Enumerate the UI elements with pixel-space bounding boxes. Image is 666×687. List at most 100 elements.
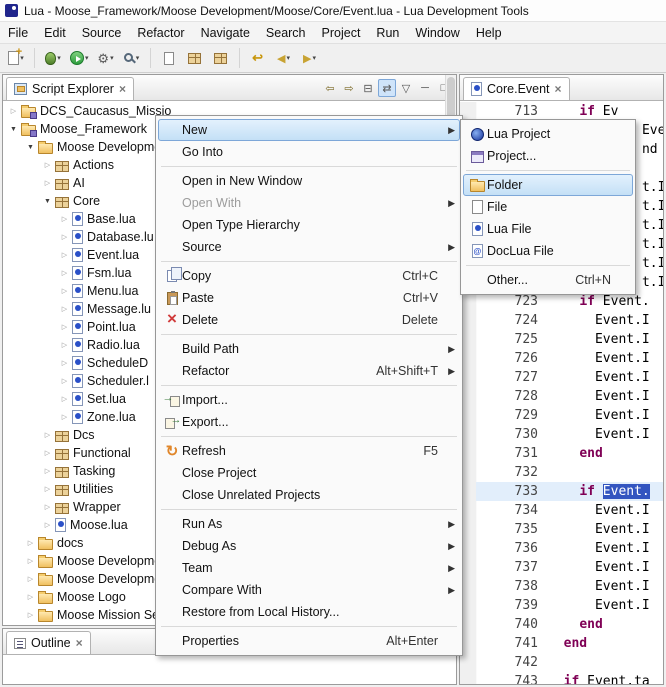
context-menu-item-source[interactable]: Source▶: [158, 236, 460, 258]
collapsed-arrow-icon[interactable]: ▷: [58, 269, 71, 277]
menubar-item-file[interactable]: File: [0, 24, 36, 42]
menubar-item-navigate[interactable]: Navigate: [193, 24, 258, 42]
context-menu-item-go-into[interactable]: Go Into: [158, 141, 460, 163]
view-menu-icon[interactable]: ▽: [397, 79, 415, 97]
new-submenu-item-lua-file[interactable]: Lua File: [463, 218, 633, 240]
context-menu-item-team[interactable]: Team▶: [158, 557, 460, 579]
link-with-editor-icon[interactable]: ⇄: [378, 79, 396, 97]
context-menu-item-properties[interactable]: PropertiesAlt+Enter: [158, 630, 460, 652]
context-menu-item-compare-with[interactable]: Compare With▶: [158, 579, 460, 601]
last-edit-location-button[interactable]: ↩: [246, 46, 270, 70]
collapsed-arrow-icon[interactable]: ▷: [7, 107, 20, 115]
collapse-all-icon[interactable]: ⊟: [359, 79, 377, 97]
menubar-item-edit[interactable]: Edit: [36, 24, 74, 42]
table-view-1-button[interactable]: [183, 46, 207, 70]
context-menu-item-open-in-new-window[interactable]: Open in New Window: [158, 170, 460, 192]
expanded-arrow-icon[interactable]: ▼: [41, 198, 54, 205]
code-line-730[interactable]: 730Event.I: [460, 425, 663, 444]
context-menu-item-refactor[interactable]: RefactorAlt+Shift+T▶: [158, 360, 460, 382]
collapsed-arrow-icon[interactable]: ▷: [41, 161, 54, 169]
new-submenu-item-folder[interactable]: Folder: [463, 174, 633, 196]
collapsed-arrow-icon[interactable]: ▷: [58, 359, 71, 367]
collapsed-arrow-icon[interactable]: ▷: [58, 251, 71, 259]
collapsed-arrow-icon[interactable]: ▷: [41, 449, 54, 457]
collapsed-arrow-icon[interactable]: ▷: [24, 611, 37, 619]
collapsed-arrow-icon[interactable]: ▷: [58, 413, 71, 421]
context-menu-item-debug-as[interactable]: Debug As▶: [158, 535, 460, 557]
collapsed-arrow-icon[interactable]: ▷: [58, 323, 71, 331]
code-line-732[interactable]: 732: [460, 463, 663, 482]
context-menu-item-import[interactable]: Import...: [158, 389, 460, 411]
tab-core-event[interactable]: Core.Event ×: [463, 77, 570, 100]
expanded-arrow-icon[interactable]: ▼: [24, 144, 37, 151]
forward-button[interactable]: ▶▾: [298, 46, 322, 70]
context-menu-item-copy[interactable]: CopyCtrl+C: [158, 265, 460, 287]
collapsed-arrow-icon[interactable]: ▷: [41, 503, 54, 511]
close-icon[interactable]: ×: [76, 638, 83, 648]
code-line-727[interactable]: 727Event.I: [460, 368, 663, 387]
external-tools-button[interactable]: ⚙▾: [94, 46, 118, 70]
code-line-738[interactable]: 738Event.I: [460, 577, 663, 596]
code-line-740[interactable]: 740end: [460, 615, 663, 634]
tab-script-explorer[interactable]: Script Explorer ×: [6, 77, 134, 100]
context-menu-item-close-project[interactable]: Close Project: [158, 462, 460, 484]
collapsed-arrow-icon[interactable]: ▷: [41, 431, 54, 439]
collapsed-arrow-icon[interactable]: ▷: [24, 593, 37, 601]
code-line-736[interactable]: 736Event.I: [460, 539, 663, 558]
collapsed-arrow-icon[interactable]: ▷: [58, 233, 71, 241]
forward-icon[interactable]: ⇨: [340, 79, 358, 97]
new-submenu-item-other[interactable]: Other...Ctrl+N: [463, 269, 633, 291]
collapsed-arrow-icon[interactable]: ▷: [58, 215, 71, 223]
collapsed-arrow-icon[interactable]: ▷: [58, 305, 71, 313]
new-wizard-button[interactable]: ▾: [4, 46, 28, 70]
code-line-733[interactable]: 733if Event.: [460, 482, 663, 501]
table-view-2-button[interactable]: [209, 46, 233, 70]
search-button[interactable]: ▾: [120, 46, 144, 70]
collapsed-arrow-icon[interactable]: ▷: [41, 485, 54, 493]
context-menu-item-new[interactable]: New▶: [158, 119, 460, 141]
code-line-735[interactable]: 735Event.I: [460, 520, 663, 539]
debug-button[interactable]: ▾: [41, 46, 65, 70]
code-line-739[interactable]: 739Event.I: [460, 596, 663, 615]
back-icon[interactable]: ⇦: [321, 79, 339, 97]
collapsed-arrow-icon[interactable]: ▷: [41, 521, 54, 529]
collapsed-arrow-icon[interactable]: ▷: [24, 557, 37, 565]
context-menu-item-build-path[interactable]: Build Path▶: [158, 338, 460, 360]
code-line-729[interactable]: 729Event.I: [460, 406, 663, 425]
new-submenu-item-file[interactable]: File: [463, 196, 633, 218]
context-menu-item-close-unrelated-projects[interactable]: Close Unrelated Projects: [158, 484, 460, 506]
collapsed-arrow-icon[interactable]: ▷: [24, 575, 37, 583]
code-line-741[interactable]: 741end: [460, 634, 663, 653]
close-icon[interactable]: ×: [555, 84, 562, 94]
expanded-arrow-icon[interactable]: ▼: [7, 126, 20, 133]
menubar-item-source[interactable]: Source: [74, 24, 130, 42]
code-line-737[interactable]: 737Event.I: [460, 558, 663, 577]
menubar-item-run[interactable]: Run: [368, 24, 407, 42]
code-line-731[interactable]: 731end: [460, 444, 663, 463]
tab-outline[interactable]: Outline ×: [6, 631, 91, 654]
code-line-734[interactable]: 734Event.I: [460, 501, 663, 520]
code-line-743[interactable]: 743if Event.ta: [460, 672, 663, 685]
context-menu-item-open-type-hierarchy[interactable]: Open Type Hierarchy: [158, 214, 460, 236]
collapsed-arrow-icon[interactable]: ▷: [41, 467, 54, 475]
code-line-725[interactable]: 725Event.I: [460, 330, 663, 349]
new-submenu-item-doclua-file[interactable]: DocLua File: [463, 240, 633, 262]
code-line-728[interactable]: 728Event.I: [460, 387, 663, 406]
collapsed-arrow-icon[interactable]: ▷: [58, 341, 71, 349]
collapsed-arrow-icon[interactable]: ▷: [41, 179, 54, 187]
context-menu-item-run-as[interactable]: Run As▶: [158, 513, 460, 535]
open-resource-button[interactable]: [157, 46, 181, 70]
context-menu-item-export[interactable]: Export...: [158, 411, 460, 433]
new-submenu-item-lua-project[interactable]: Lua Project: [463, 123, 633, 145]
context-menu-item-delete[interactable]: DeleteDelete: [158, 309, 460, 331]
menubar-item-project[interactable]: Project: [314, 24, 369, 42]
collapsed-arrow-icon[interactable]: ▷: [58, 395, 71, 403]
menubar-item-window[interactable]: Window: [407, 24, 467, 42]
menubar-item-help[interactable]: Help: [468, 24, 510, 42]
context-menu-item-paste[interactable]: PasteCtrl+V: [158, 287, 460, 309]
run-button[interactable]: ▾: [67, 46, 92, 70]
menubar-item-search[interactable]: Search: [258, 24, 314, 42]
collapsed-arrow-icon[interactable]: ▷: [24, 539, 37, 547]
code-line-742[interactable]: 742: [460, 653, 663, 672]
minimize-icon[interactable]: ─: [416, 79, 434, 97]
